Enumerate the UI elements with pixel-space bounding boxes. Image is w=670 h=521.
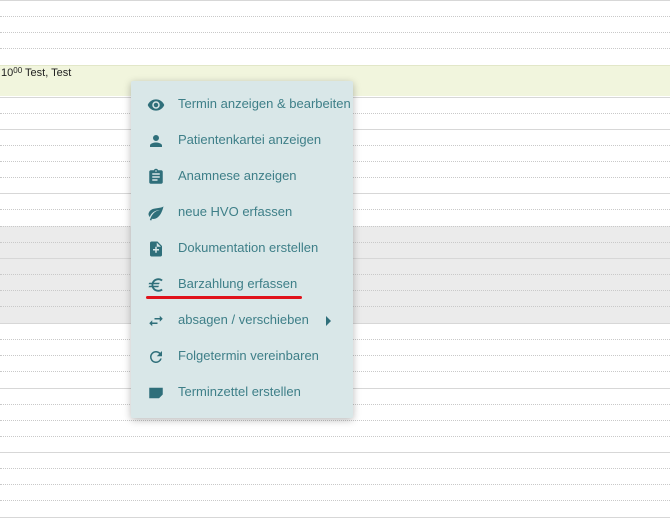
menu-item-label: Termin anzeigen & bearbeiten — [178, 96, 351, 111]
menu-item-label: Terminzettel erstellen — [178, 384, 301, 399]
grid-line — [0, 517, 670, 518]
clipboard-icon — [147, 168, 165, 186]
grid-line — [0, 0, 670, 1]
menu-item-dokumentation[interactable]: Dokumentation erstellen — [131, 231, 353, 267]
menu-item-label: absagen / verschieben — [178, 312, 309, 327]
person-icon — [147, 132, 165, 150]
leaf-icon — [147, 204, 165, 222]
file-plus-icon — [147, 240, 165, 258]
grid-line — [0, 16, 670, 17]
grid-line — [0, 484, 670, 485]
appointment-patient-name: Test, Test — [25, 67, 72, 79]
ticket-icon — [147, 384, 165, 402]
menu-item-label: Patientenkartei anzeigen — [178, 132, 322, 147]
grid-line — [0, 436, 670, 437]
menu-item-label: Barzahlung erfassen — [178, 276, 298, 291]
highlight-underline — [146, 296, 302, 299]
menu-item-label: Folgetermin vereinbaren — [178, 348, 319, 363]
menu-item-termin-anzeigen[interactable]: Termin anzeigen & bearbeiten — [131, 87, 353, 123]
grid-line — [0, 48, 670, 49]
appointment-label: 1000 Test, Test — [1, 66, 72, 79]
swap-arrows-icon — [147, 312, 165, 330]
refresh-icon — [147, 348, 165, 366]
appointment-hour: 10 — [1, 67, 14, 79]
menu-item-patientenkartei[interactable]: Patientenkartei anzeigen — [131, 123, 353, 159]
eye-icon — [147, 96, 165, 114]
grid-line — [0, 468, 670, 469]
menu-item-label: neue HVO erfassen — [178, 204, 293, 219]
menu-item-absagen-verschieben[interactable]: absagen / verschieben — [131, 303, 353, 339]
appointment-minutes: 00 — [13, 66, 23, 75]
menu-item-label: Anamnese anzeigen — [178, 168, 297, 183]
menu-item-terminzettel[interactable]: Terminzettel erstellen — [131, 375, 353, 411]
grid-line — [0, 500, 670, 501]
grid-line — [0, 452, 670, 453]
euro-icon — [147, 276, 165, 294]
menu-item-neue-hvo[interactable]: neue HVO erfassen — [131, 195, 353, 231]
grid-line — [0, 32, 670, 33]
chevron-right-icon — [326, 316, 331, 326]
appointment-context-menu: Termin anzeigen & bearbeiten Patientenka… — [131, 81, 353, 418]
grid-line — [0, 420, 670, 421]
menu-item-folgetermin[interactable]: Folgetermin vereinbaren — [131, 339, 353, 375]
menu-item-anamnese[interactable]: Anamnese anzeigen — [131, 159, 353, 195]
menu-item-label: Dokumentation erstellen — [178, 240, 319, 255]
